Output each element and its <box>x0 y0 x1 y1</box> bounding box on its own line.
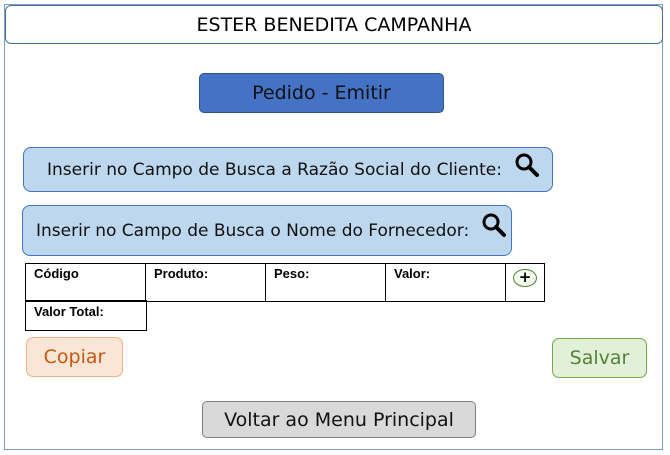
column-header-code[interactable]: Código <box>25 263 146 302</box>
table-header-row: Código Produto: Peso: Valor: + <box>25 263 545 302</box>
copy-button-label: Copiar <box>43 346 106 368</box>
column-header-value[interactable]: Valor: <box>385 263 506 302</box>
page-title-text: ESTER BENEDITA CAMPANHA <box>196 13 472 36</box>
column-header-weight[interactable]: Peso: <box>265 263 386 302</box>
supplier-search-label: Inserir no Campo de Busca o Nome do Forn… <box>36 220 470 241</box>
client-search-label: Inserir no Campo de Busca a Razão Social… <box>47 159 502 180</box>
emit-order-button[interactable]: Pedido - Emitir <box>199 73 444 113</box>
save-button-label: Salvar <box>569 347 630 369</box>
emit-order-label: Pedido - Emitir <box>252 82 391 104</box>
back-to-menu-button[interactable]: Voltar ao Menu Principal <box>202 401 476 438</box>
client-search-field[interactable]: Inserir no Campo de Busca a Razão Social… <box>23 147 553 192</box>
search-icon[interactable] <box>514 152 540 178</box>
back-to-menu-label: Voltar ao Menu Principal <box>224 408 454 431</box>
search-icon[interactable] <box>481 212 507 238</box>
total-value-label: Valor Total: <box>34 304 104 319</box>
supplier-search-field[interactable]: Inserir no Campo de Busca o Nome do Forn… <box>22 205 512 256</box>
add-item-cell: + <box>505 263 545 302</box>
total-value-field[interactable]: Valor Total: <box>25 300 147 331</box>
column-header-product[interactable]: Produto: <box>145 263 266 302</box>
save-button[interactable]: Salvar <box>552 338 647 378</box>
order-items-table: Código Produto: Peso: Valor: + <box>25 263 545 302</box>
add-item-button[interactable]: + <box>513 269 537 287</box>
page-title: ESTER BENEDITA CAMPANHA <box>5 5 663 44</box>
copy-button[interactable]: Copiar <box>26 337 123 377</box>
